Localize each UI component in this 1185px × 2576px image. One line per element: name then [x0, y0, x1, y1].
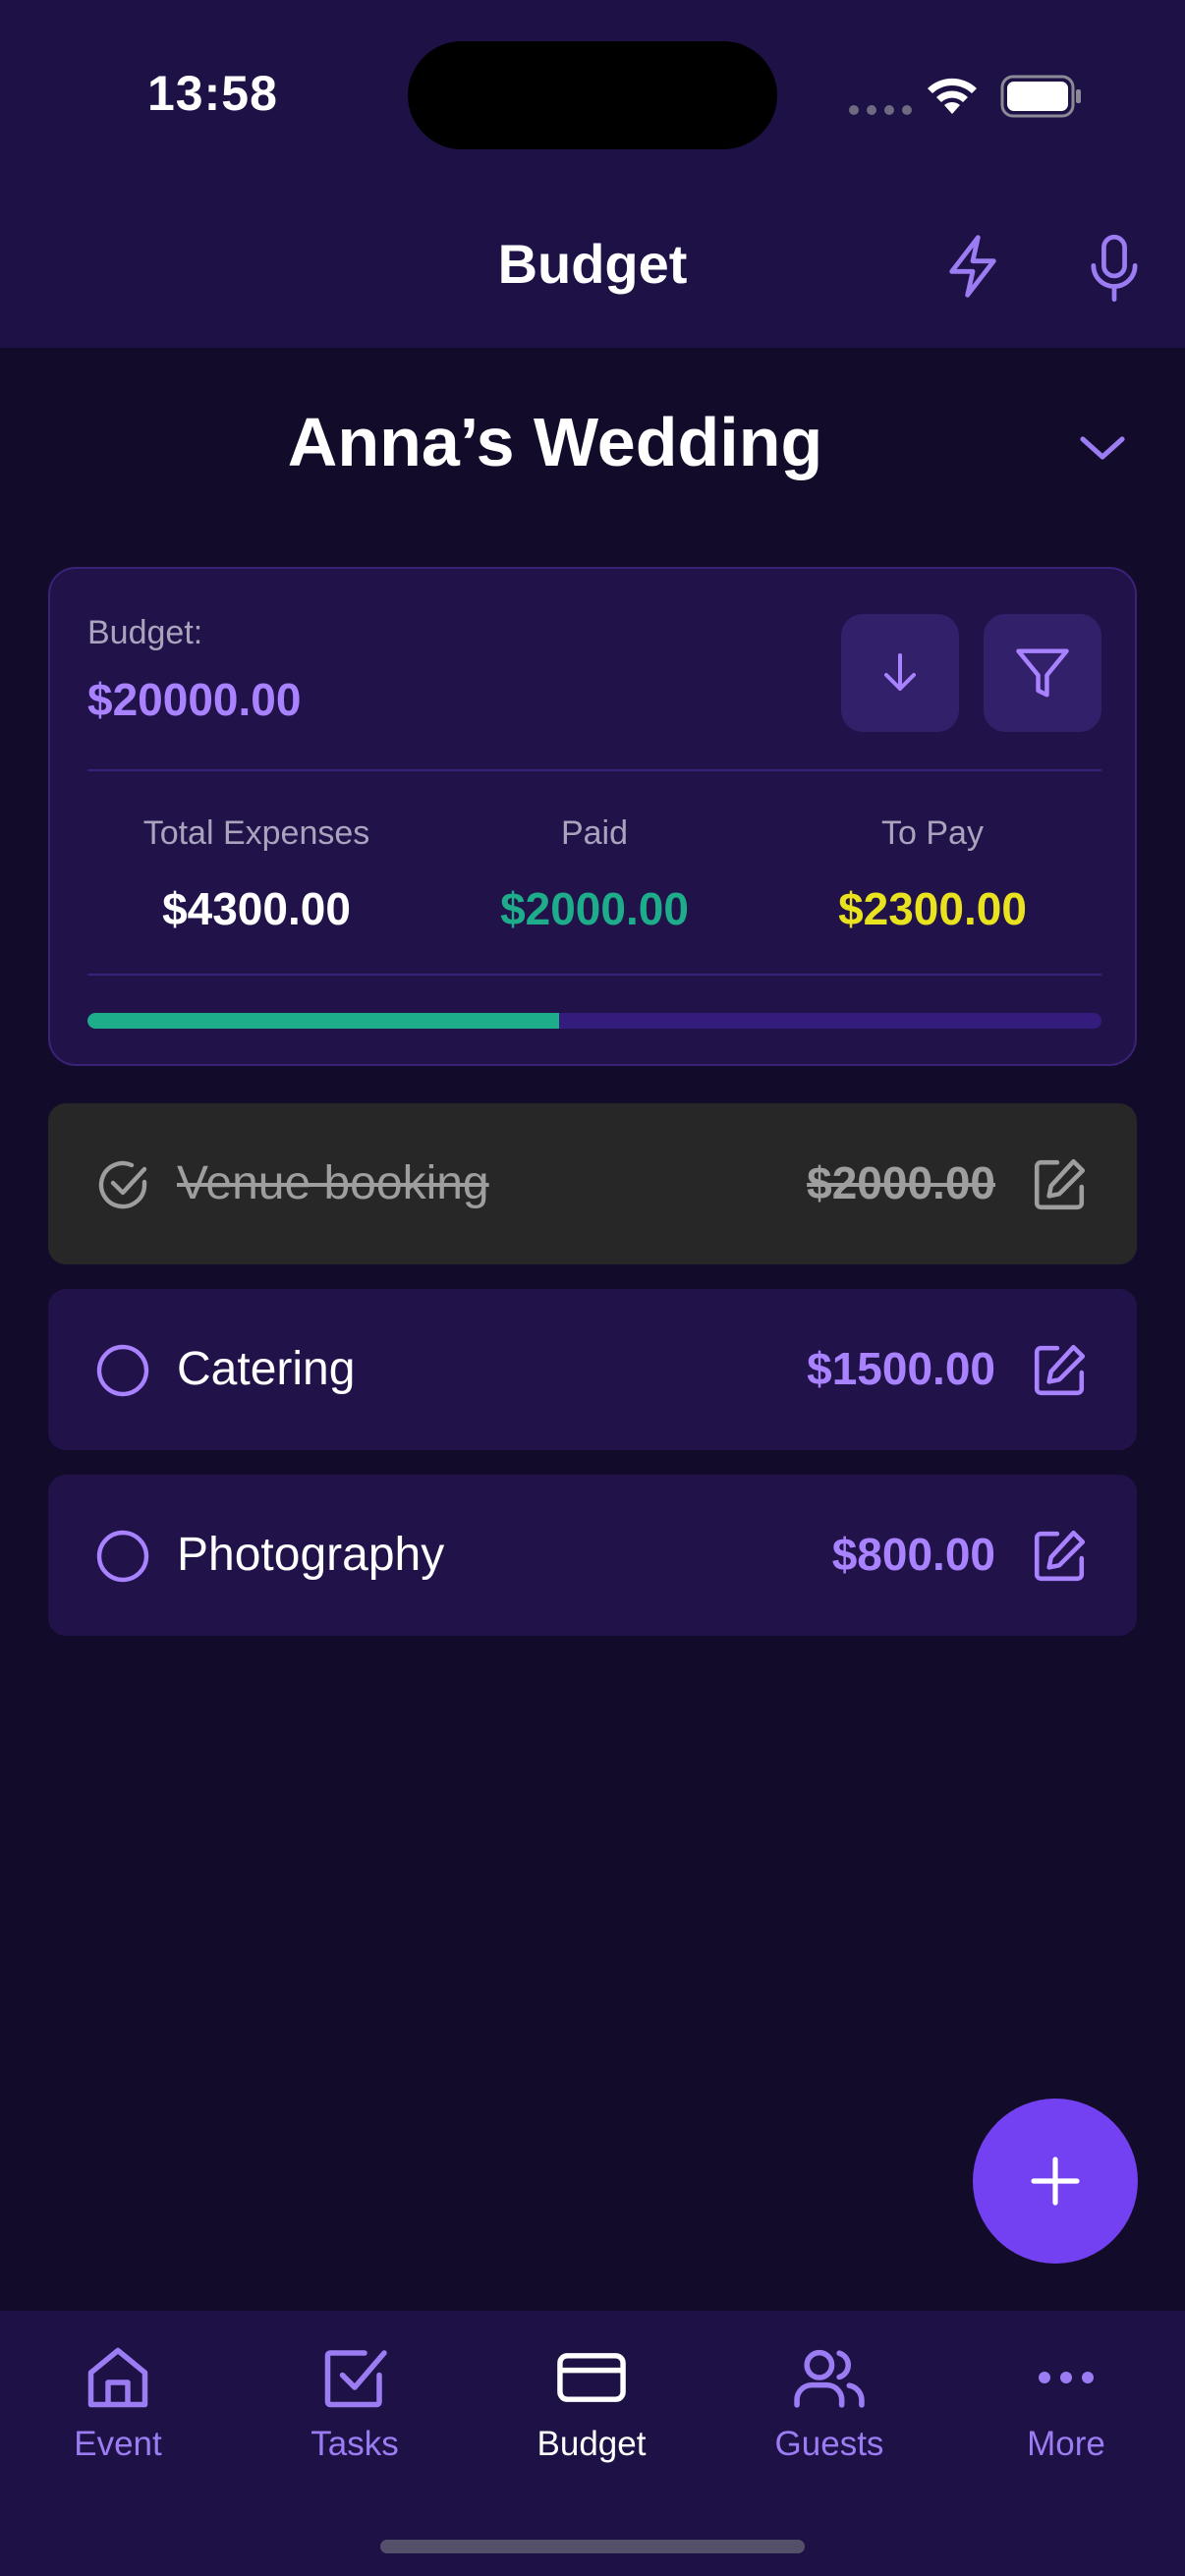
nav-item-guests[interactable]: Guests	[711, 2340, 947, 2464]
edit-icon[interactable]	[1031, 1156, 1088, 1213]
circle-icon[interactable]	[95, 1529, 150, 1584]
to-pay-label: To Pay	[881, 814, 984, 852]
status-time: 13:58	[147, 66, 278, 121]
paid-progress-bar	[87, 1013, 1101, 1029]
to-pay-value: $2300.00	[838, 883, 1027, 934]
expense-name: Venue booking	[177, 1157, 489, 1209]
users-icon	[794, 2349, 865, 2408]
nav-label: Guests	[774, 2425, 884, 2463]
expense-row[interactable]: Venue booking $2000.00	[48, 1103, 1137, 1264]
nav-label: More	[1027, 2425, 1105, 2463]
home-icon	[87, 2347, 148, 2408]
expense-name: Photography	[177, 1529, 445, 1581]
plus-icon	[1031, 2156, 1080, 2206]
paid-stat: Paid $2000.00	[425, 814, 763, 935]
wifi-icon	[928, 78, 977, 114]
nav-item-budget[interactable]: Budget	[474, 2340, 709, 2464]
nav-item-tasks[interactable]: Tasks	[237, 2340, 473, 2464]
expense-amount: $1500.00	[807, 1343, 995, 1394]
total-expenses-value: $4300.00	[162, 883, 351, 934]
dynamic-island	[408, 41, 777, 149]
nav-label: Event	[74, 2425, 162, 2463]
expense-amount: $2000.00	[807, 1157, 995, 1208]
paid-value: $2000.00	[500, 883, 689, 934]
nav-label: Tasks	[310, 2425, 399, 2463]
edit-icon[interactable]	[1031, 1342, 1088, 1399]
total-expenses-label: Total Expenses	[142, 814, 370, 852]
chevron-down-icon[interactable]	[1075, 429, 1130, 465]
nav-label: Budget	[536, 2425, 647, 2463]
budget-summary-card: Budget: $20000.00 Total Expenses $4300.0…	[48, 567, 1137, 1066]
arrow-down-icon	[884, 653, 916, 691]
paid-label: Paid	[560, 814, 629, 852]
check-circle-icon[interactable]	[95, 1157, 150, 1212]
expense-name: Catering	[177, 1343, 356, 1395]
divider	[87, 974, 1101, 976]
expense-row[interactable]: Photography $800.00	[48, 1475, 1137, 1636]
paid-progress-fill	[87, 1013, 559, 1029]
budget-label: Budget:	[87, 614, 203, 651]
circle-icon[interactable]	[95, 1343, 150, 1398]
lightning-icon[interactable]	[941, 232, 1004, 301]
nav-item-more[interactable]: More	[948, 2340, 1184, 2464]
filter-icon	[1016, 648, 1069, 698]
more-icon	[1039, 2372, 1094, 2383]
page-title: Budget	[497, 233, 688, 295]
home-indicator	[380, 2540, 805, 2553]
event-name[interactable]: Anna’s Wedding	[0, 403, 1110, 481]
expense-row[interactable]: Catering $1500.00	[48, 1289, 1137, 1450]
card-icon	[557, 2353, 626, 2402]
sort-button[interactable]	[841, 614, 959, 732]
nav-item-event[interactable]: Event	[0, 2340, 236, 2464]
filter-button[interactable]	[984, 614, 1101, 732]
to-pay-stat: To Pay $2300.00	[763, 814, 1101, 935]
divider	[87, 769, 1101, 771]
edit-icon[interactable]	[1031, 1528, 1088, 1585]
signal-icon	[849, 105, 912, 115]
battery-icon	[1000, 75, 1081, 118]
expense-amount: $800.00	[831, 1529, 995, 1580]
checkbox-icon	[324, 2350, 387, 2408]
budget-amount[interactable]: $20000.00	[87, 673, 301, 726]
total-expenses-stat: Total Expenses $4300.00	[87, 814, 425, 935]
add-expense-button[interactable]	[973, 2099, 1138, 2264]
microphone-icon[interactable]	[1083, 232, 1146, 305]
bottom-nav: Event Tasks Budget Guests More	[0, 2311, 1185, 2576]
